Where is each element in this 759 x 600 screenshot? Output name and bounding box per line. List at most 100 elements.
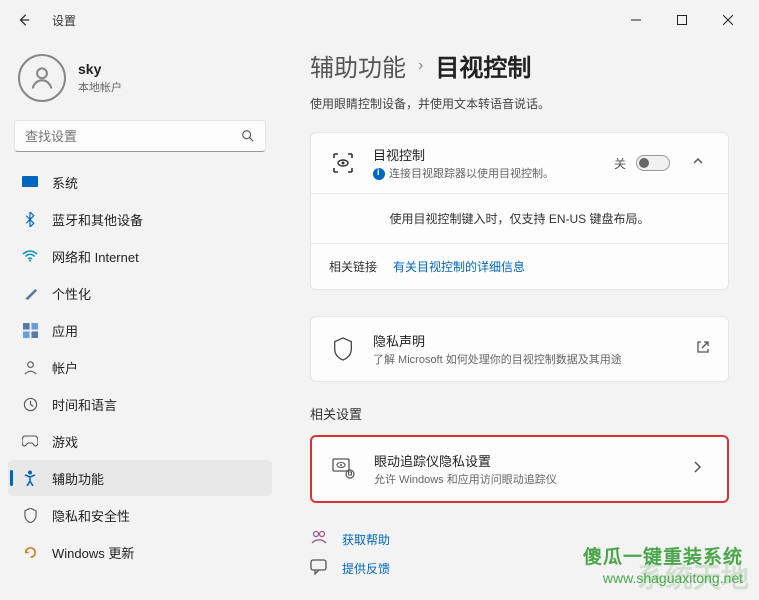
search-box[interactable] — [14, 120, 266, 152]
related-links-label: 相关链接 — [329, 258, 377, 275]
eye-control-text: 目视控制 连接目视跟踪器以使用目视控制。 — [373, 145, 598, 181]
nav-personalization[interactable]: 个性化 — [8, 275, 272, 311]
clock-globe-icon — [22, 396, 38, 412]
accessibility-icon — [22, 470, 38, 486]
eye-control-toggle-row[interactable]: 目视控制 连接目视跟踪器以使用目视控制。 关 — [311, 133, 728, 193]
nav-label: 帐户 — [52, 358, 78, 377]
watermark-line2: www.shaguaxitong.net — [583, 570, 743, 586]
brush-icon — [22, 285, 38, 301]
expand-chevron[interactable] — [686, 154, 710, 172]
body: sky 本地帐户 系统 蓝牙和其他设备 — [0, 40, 759, 600]
back-arrow-icon — [17, 13, 31, 27]
breadcrumb-parent[interactable]: 辅助功能 — [310, 48, 406, 83]
user-subtitle: 本地帐户 — [78, 79, 122, 95]
chevron-up-icon — [692, 155, 704, 167]
watermark-line1: 傻瓜一键重装系统 — [583, 542, 743, 569]
update-icon — [22, 544, 38, 560]
wifi-icon — [22, 248, 38, 264]
nav-label: 隐私和安全性 — [52, 506, 130, 525]
apps-icon — [22, 322, 38, 338]
toggle-label: 关 — [614, 155, 626, 172]
close-icon — [723, 15, 733, 25]
nav-label: Windows 更新 — [52, 543, 134, 562]
minimize-icon — [631, 15, 641, 25]
user-block[interactable]: sky 本地帐户 — [8, 48, 272, 120]
privacy-statement-panel[interactable]: 隐私声明 了解 Microsoft 如何处理你的目视控制数据及其用途 — [310, 316, 729, 382]
eye-tracker-privacy-panel[interactable]: 眼动追踪仪隐私设置 允许 Windows 和应用访问眼动追踪仪 — [310, 435, 729, 503]
avatar — [18, 54, 66, 102]
related-links-row: 相关链接 有关目视控制的详细信息 — [311, 243, 728, 289]
nav-network[interactable]: 网络和 Internet — [8, 238, 272, 274]
nav-system[interactable]: 系统 — [8, 164, 272, 200]
nav-label: 网络和 Internet — [52, 247, 139, 266]
close-button[interactable] — [705, 4, 751, 36]
related-settings-heading: 相关设置 — [310, 404, 729, 423]
search-icon — [241, 129, 255, 143]
nav-list: 系统 蓝牙和其他设备 网络和 Internet 个性化 应用 — [8, 162, 272, 572]
help-icon — [310, 529, 328, 550]
right-column: 辅助功能 › 目视控制 使用眼睛控制设备，并使用文本转语音说话。 目视控制 连接… — [280, 40, 759, 600]
nav-windows-update[interactable]: Windows 更新 — [8, 534, 272, 570]
system-icon — [22, 174, 38, 190]
back-button[interactable] — [8, 4, 40, 36]
feedback-icon — [310, 559, 328, 578]
page-subtitle: 使用眼睛控制设备，并使用文本转语音说话。 — [310, 95, 729, 112]
chevron-right-icon: › — [418, 57, 423, 75]
privacy-text: 隐私声明 了解 Microsoft 如何处理你的目视控制数据及其用途 — [373, 331, 680, 367]
eye-control-panel: 目视控制 连接目视跟踪器以使用目视控制。 关 使用目视控制键入时，仅支持 EN-… — [310, 132, 729, 290]
eye-control-toggle[interactable] — [636, 155, 670, 171]
eye-control-info-link[interactable]: 有关目视控制的详细信息 — [393, 258, 525, 275]
eye-tracker-sub: 允许 Windows 和应用访问眼动追踪仪 — [374, 471, 669, 487]
nav-label: 蓝牙和其他设备 — [52, 210, 143, 229]
chevron-right-icon — [685, 460, 709, 479]
nav-label: 应用 — [52, 321, 78, 340]
keyboard-note: 使用目视控制键入时，仅支持 EN-US 键盘布局。 — [311, 193, 728, 243]
search-input[interactable] — [25, 129, 241, 144]
search-wrap — [8, 120, 272, 162]
nav-label: 系统 — [52, 173, 78, 192]
shield-icon — [22, 507, 38, 523]
nav-accessibility[interactable]: 辅助功能 — [8, 460, 272, 496]
left-column: sky 本地帐户 系统 蓝牙和其他设备 — [0, 40, 280, 600]
bluetooth-icon — [22, 211, 38, 227]
user-name: sky — [78, 61, 122, 77]
gaming-icon — [22, 433, 38, 449]
nav-time-language[interactable]: 时间和语言 — [8, 386, 272, 422]
nav-label: 游戏 — [52, 432, 78, 451]
watermark: 傻瓜一键重装系统 www.shaguaxitong.net — [583, 542, 743, 586]
person-icon — [28, 64, 56, 92]
nav-apps[interactable]: 应用 — [8, 312, 272, 348]
minimize-button[interactable] — [613, 4, 659, 36]
eye-tracker-title: 眼动追踪仪隐私设置 — [374, 451, 669, 470]
nav-gaming[interactable]: 游戏 — [8, 423, 272, 459]
eye-control-sub: 连接目视跟踪器以使用目视控制。 — [373, 165, 598, 181]
eye-control-title: 目视控制 — [373, 145, 598, 164]
eye-tracker-icon — [330, 458, 358, 480]
nav-privacy[interactable]: 隐私和安全性 — [8, 497, 272, 533]
shield-outline-icon — [329, 337, 357, 361]
privacy-title: 隐私声明 — [373, 331, 680, 350]
feedback-link[interactable]: 提供反馈 — [342, 560, 390, 577]
window-title: 设置 — [52, 12, 76, 29]
privacy-sub: 了解 Microsoft 如何处理你的目视控制数据及其用途 — [373, 351, 680, 367]
toggle-group: 关 — [614, 155, 670, 172]
maximize-button[interactable] — [659, 4, 705, 36]
eye-scan-icon — [329, 151, 357, 175]
breadcrumb: 辅助功能 › 目视控制 — [310, 46, 729, 87]
window-controls — [613, 4, 751, 36]
info-icon — [373, 168, 385, 180]
maximize-icon — [677, 15, 687, 25]
breadcrumb-current: 目视控制 — [435, 48, 531, 83]
get-help-link[interactable]: 获取帮助 — [342, 531, 390, 548]
nav-accounts[interactable]: 帐户 — [8, 349, 272, 385]
external-link-icon — [696, 340, 710, 359]
eye-tracker-text: 眼动追踪仪隐私设置 允许 Windows 和应用访问眼动追踪仪 — [374, 451, 669, 487]
user-info: sky 本地帐户 — [78, 61, 122, 95]
titlebar: 设置 — [0, 0, 759, 40]
nav-bluetooth[interactable]: 蓝牙和其他设备 — [8, 201, 272, 237]
account-icon — [22, 359, 38, 375]
nav-label: 辅助功能 — [52, 469, 104, 488]
titlebar-left: 设置 — [8, 4, 76, 36]
settings-window: 设置 sky 本地帐户 — [0, 0, 759, 600]
nav-label: 时间和语言 — [52, 395, 117, 414]
